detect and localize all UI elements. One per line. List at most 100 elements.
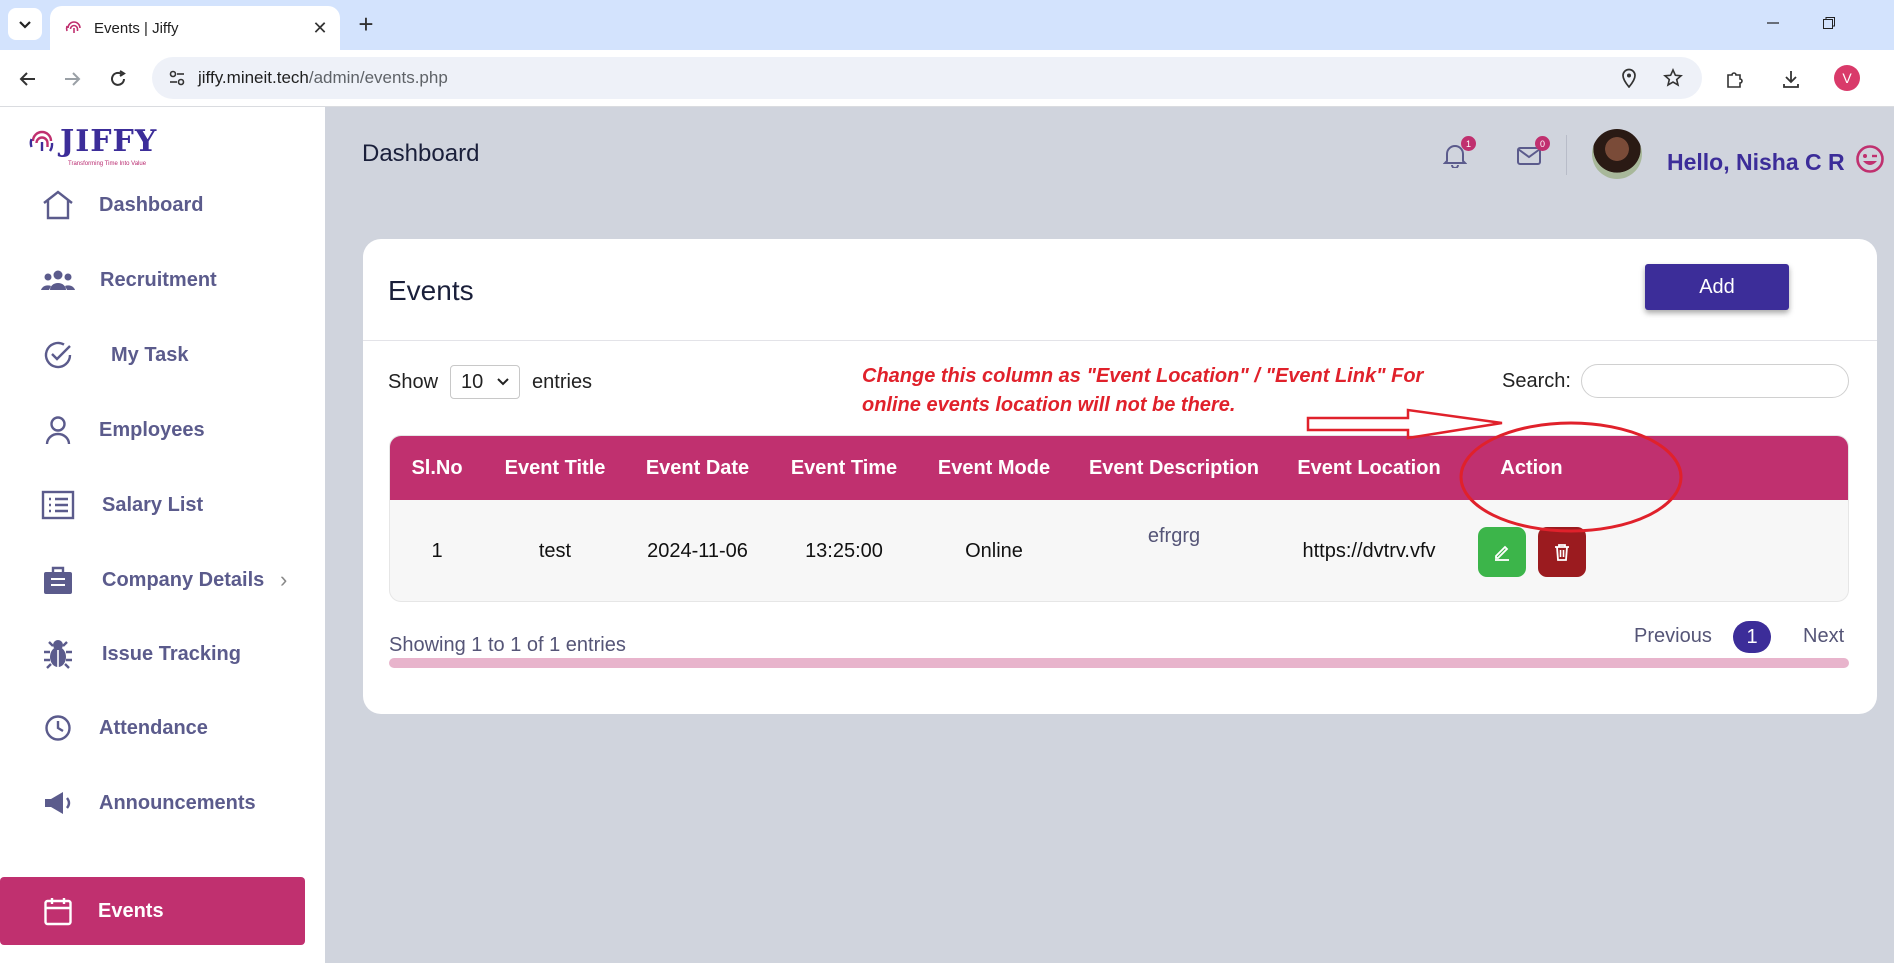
sidebar-item-label: Company Details bbox=[102, 568, 265, 591]
sidebar-item-my-task[interactable]: My Task bbox=[0, 321, 305, 389]
bug-icon bbox=[40, 636, 76, 672]
sidebar-item-recruitment[interactable]: Recruitment bbox=[0, 246, 305, 314]
column-header-sl-no[interactable]: Sl.No bbox=[390, 436, 484, 500]
search-label: Search: bbox=[1502, 370, 1571, 392]
sidebar-item-dashboard[interactable]: Dashboard bbox=[0, 171, 305, 239]
sidebar-item-label: Salary List bbox=[102, 493, 204, 516]
column-header-event-title[interactable]: Event Title bbox=[484, 436, 626, 500]
table-horizontal-scrollbar[interactable] bbox=[389, 658, 1849, 668]
search-input[interactable] bbox=[1581, 364, 1849, 398]
sidebar-item-employees[interactable]: Employees bbox=[0, 396, 305, 464]
show-label: Show bbox=[388, 370, 439, 393]
sidebar-item-events[interactable]: Events bbox=[0, 877, 305, 945]
table-header: Sl.No Event Title Event Date Event Time … bbox=[390, 436, 1848, 500]
user-avatar[interactable] bbox=[1592, 129, 1642, 179]
megaphone-icon bbox=[40, 785, 76, 821]
restore-icon[interactable] bbox=[1818, 12, 1840, 34]
table-info: Showing 1 to 1 of 1 entries bbox=[389, 634, 626, 656]
sidebar-item-company-details[interactable]: Company Details › bbox=[0, 546, 305, 614]
logo-tagline: Transforming Time Into Value bbox=[68, 161, 147, 167]
smile-wink-icon bbox=[1856, 145, 1884, 173]
chevron-down-icon bbox=[19, 21, 31, 29]
calendar-icon bbox=[40, 893, 76, 929]
tab-title: Events | Jiffy bbox=[94, 19, 179, 37]
download-icon[interactable] bbox=[1776, 64, 1806, 94]
previous-page-button[interactable]: Previous bbox=[1634, 625, 1712, 648]
trash-icon bbox=[1554, 543, 1569, 561]
column-header-event-location[interactable]: Event Location bbox=[1279, 436, 1459, 500]
message-count-badge: 0 bbox=[1535, 136, 1550, 151]
annotation-line-1: Change this column as "Event Location" /… bbox=[862, 365, 1424, 387]
notification-bell-icon[interactable]: 1 bbox=[1440, 136, 1476, 170]
cell-event-date: 2024-11-06 bbox=[647, 540, 748, 562]
greeting-text: Hello, Nisha C R bbox=[1667, 149, 1845, 175]
url-host: jiffy.mineit.tech bbox=[198, 68, 309, 87]
tab-list-button[interactable] bbox=[8, 8, 42, 40]
clock-icon bbox=[40, 710, 76, 746]
sidebar-item-issue-tracking[interactable]: Issue Tracking bbox=[0, 620, 305, 688]
column-header-action: Action bbox=[1500, 456, 1563, 479]
sidebar-item-label: Announcements bbox=[99, 791, 256, 814]
extensions-icon[interactable] bbox=[1720, 64, 1750, 94]
home-icon bbox=[40, 187, 76, 223]
mail-icon[interactable]: 0 bbox=[1514, 136, 1550, 170]
sidebar-item-attendance[interactable]: Attendance bbox=[0, 694, 305, 762]
cell-event-description: efrgrg bbox=[1147, 525, 1201, 547]
sidebar: JIFFY Transforming Time Into Value Dashb… bbox=[0, 107, 325, 963]
user-greeting[interactable]: Hello, Nisha C R bbox=[1667, 144, 1885, 176]
tab-close-icon[interactable]: ✕ bbox=[308, 16, 332, 40]
events-card: Events Add Show 10 entries Search: Sl.No… bbox=[363, 239, 1877, 714]
column-header-event-date[interactable]: Event Date bbox=[626, 436, 769, 500]
sidebar-item-salary-list[interactable]: Salary List bbox=[0, 471, 305, 539]
entries-select-value: 10 bbox=[461, 370, 484, 393]
sidebar-item-label: Employees bbox=[99, 418, 205, 441]
sidebar-item-label: Issue Tracking bbox=[102, 642, 241, 665]
cell-actions bbox=[1459, 500, 1604, 601]
next-page-button[interactable]: Next bbox=[1803, 625, 1844, 648]
column-header-event-time[interactable]: Event Time bbox=[769, 436, 919, 500]
briefcase-icon bbox=[40, 562, 76, 598]
fingerprint-icon bbox=[65, 21, 81, 33]
chevron-right-icon[interactable]: › bbox=[280, 567, 287, 593]
list-icon bbox=[40, 487, 76, 523]
new-tab-button[interactable]: + bbox=[352, 9, 380, 39]
annotation-note: Change this column as "Event Location" /… bbox=[862, 362, 1462, 420]
column-header-event-mode[interactable]: Event Mode bbox=[919, 436, 1069, 500]
edit-button[interactable] bbox=[1477, 526, 1526, 577]
add-event-button[interactable]: Add bbox=[1645, 264, 1789, 310]
cell-event-time: 13:25:00 bbox=[805, 540, 883, 562]
url-path: /admin/events.php bbox=[308, 68, 448, 87]
table-row: 1 test 2024-11-06 13:25:00 Online efrgrg… bbox=[390, 500, 1848, 601]
header-divider bbox=[1566, 135, 1567, 175]
profile-avatar[interactable]: V bbox=[1834, 65, 1860, 91]
sidebar-item-announcements[interactable]: Announcements bbox=[0, 769, 305, 837]
logo[interactable]: JIFFY Transforming Time Into Value bbox=[28, 124, 158, 167]
cell-event-title: test bbox=[538, 540, 572, 562]
cell-event-location: https://dvtrv.vfv bbox=[1302, 540, 1436, 562]
logo-text: JIFFY bbox=[60, 124, 158, 159]
browser-toolbar: jiffy.mineit.tech/admin/events.php V bbox=[0, 50, 1894, 107]
page-1-button[interactable]: 1 bbox=[1733, 621, 1771, 653]
sidebar-item-label: Recruitment bbox=[100, 268, 217, 291]
cell-sl-no: 1 bbox=[431, 540, 443, 562]
bookmark-star-icon[interactable] bbox=[1658, 63, 1688, 93]
delete-button[interactable] bbox=[1537, 526, 1586, 577]
url-text: jiffy.mineit.tech/admin/events.php bbox=[198, 68, 1614, 88]
address-bar[interactable]: jiffy.mineit.tech/admin/events.php bbox=[152, 57, 1702, 99]
forward-icon[interactable] bbox=[58, 65, 86, 93]
annotation-line-2: online events location will not be there… bbox=[862, 394, 1236, 416]
back-icon[interactable] bbox=[14, 65, 42, 93]
site-info-icon[interactable] bbox=[162, 63, 192, 93]
browser-tab[interactable]: Events | Jiffy ✕ bbox=[50, 6, 340, 50]
entries-length-control: Show 10 entries bbox=[388, 365, 592, 399]
check-circle-icon bbox=[40, 337, 76, 373]
events-table: Sl.No Event Title Event Date Event Time … bbox=[389, 435, 1849, 602]
cell-event-mode: Online bbox=[965, 540, 1023, 562]
pencil-icon bbox=[1494, 545, 1509, 561]
location-pin-icon[interactable] bbox=[1614, 63, 1644, 93]
reload-icon[interactable] bbox=[104, 65, 132, 93]
card-divider bbox=[363, 340, 1877, 341]
column-header-event-description[interactable]: Event Description bbox=[1069, 436, 1279, 500]
entries-select[interactable]: 10 bbox=[450, 365, 521, 399]
minimize-icon[interactable] bbox=[1762, 12, 1784, 34]
